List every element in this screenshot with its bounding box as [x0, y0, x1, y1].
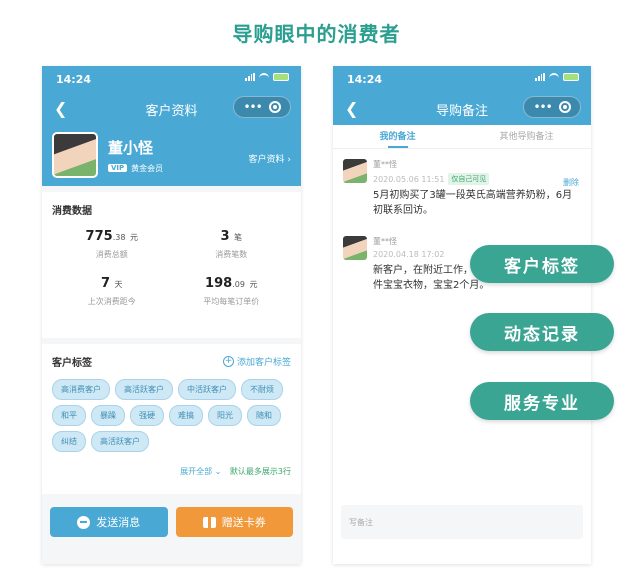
wifi-icon — [549, 73, 559, 81]
tag-list: 高消费客户 高活跃客户 中活跃客户 不耐烦 和平 暴躁 强硬 难搞 阳光 随和 纠结 高活跃客户 — [52, 379, 291, 452]
note-input[interactable]: 写备注 — [341, 505, 583, 539]
notes-tabs: 我的备注 其他导购备注 — [333, 125, 591, 149]
customer-tag[interactable]: 高活跃客户 — [115, 379, 173, 400]
status-icons — [535, 73, 579, 81]
profile-row: 董小怪 VIP 黄金会员 — [52, 132, 163, 178]
status-time: 14:24 — [56, 73, 92, 86]
close-target-icon[interactable] — [268, 101, 281, 113]
signal-icon — [535, 73, 545, 81]
battery-icon — [563, 73, 579, 81]
delete-note-link[interactable]: 删除 — [563, 177, 579, 188]
avatar — [343, 236, 367, 260]
customer-tag[interactable]: 强硬 — [130, 405, 164, 426]
customer-tag[interactable]: 高消费客户 — [52, 379, 110, 400]
plus-icon: + — [222, 356, 234, 367]
customer-tag[interactable]: 难搞 — [169, 405, 203, 426]
avatar — [52, 132, 98, 178]
stat-avg-order: 198.09 元 平均每笔订单价 — [203, 276, 260, 306]
send-message-button[interactable]: 发送消息 — [50, 507, 168, 537]
note-body: 5月初购买了3罐一段英氏高端营养奶粉，6月初联系回访。 — [373, 190, 573, 216]
gift-coupon-button[interactable]: 赠送卡券 — [175, 507, 293, 537]
customer-tags: 客户标签 + 添加客户标签 高消费客户 高活跃客户 中活跃客户 不耐烦 和平 暴躁 强硬 难搞… — [42, 344, 301, 494]
status-time: 14:24 — [347, 73, 383, 86]
consumption-stats: 消费数据 775.38 元 消费总额 3 笔 消费笔数 7 天 上次消费距今 1… — [42, 192, 301, 338]
chat-icon — [77, 515, 91, 529]
mini-program-capsule[interactable]: ••• — [233, 96, 291, 118]
customer-tag[interactable]: 阳光 — [208, 405, 242, 426]
note-date: 2020.05.06 11:51 — [373, 174, 445, 184]
gift-icon — [202, 516, 216, 528]
customer-info-link[interactable]: 客户资料 › — [249, 152, 291, 165]
more-icon[interactable]: ••• — [533, 100, 552, 114]
battery-icon — [273, 73, 289, 81]
customer-tag[interactable]: 暴躁 — [91, 405, 125, 426]
customer-tag[interactable]: 高活跃客户 — [91, 431, 149, 452]
customer-tag[interactable]: 中活跃客户 — [178, 379, 236, 400]
feature-pill-tags: 客户标签 — [470, 245, 614, 283]
stat-count: 3 笔 消费笔数 — [215, 229, 248, 259]
tag-limit-note: 默认最多展示3行 — [229, 467, 291, 476]
visibility-badge: 仅自己可见 — [448, 173, 490, 185]
tab-other-notes[interactable]: 其他导购备注 — [462, 129, 591, 148]
more-icon[interactable]: ••• — [243, 100, 262, 114]
stat-total: 775.38 元 消费总额 — [85, 229, 138, 259]
customer-tag[interactable]: 随和 — [247, 405, 281, 426]
feature-pill-records: 动态记录 — [470, 313, 614, 351]
feature-pill-service: 服务专业 — [470, 382, 614, 420]
vip-badge: VIP — [108, 164, 128, 172]
wifi-icon — [259, 73, 269, 81]
profile-header: 14:24 ❮ 客户资料 ••• 董小怪 VIP 黄金会员 客户资料 › — [42, 66, 301, 186]
note-item: 董**怪 2020.05.06 11:51 仅自己可见 删除 5月初购买了3罐一… — [333, 149, 591, 222]
member-level: 黄金会员 — [131, 163, 164, 173]
expand-all-link[interactable]: 展开全部 ⌄ — [180, 467, 221, 476]
tab-my-notes[interactable]: 我的备注 — [333, 129, 462, 148]
customer-tag[interactable]: 和平 — [52, 405, 86, 426]
note-author: 董**怪 — [373, 160, 397, 169]
customer-tag[interactable]: 纠结 — [52, 431, 86, 452]
customer-tag[interactable]: 不耐烦 — [241, 379, 283, 400]
add-tag-button[interactable]: + 添加客户标签 — [222, 355, 291, 368]
status-icons — [245, 73, 289, 81]
note-date: 2020.04.18 17:02 — [373, 250, 445, 259]
stat-last-days: 7 天 上次消费距今 — [87, 276, 136, 306]
close-target-icon[interactable] — [558, 101, 571, 113]
stats-title: 消费数据 — [52, 206, 92, 217]
notes-header: 14:24 ❮ 导购备注 ••• — [333, 66, 591, 125]
signal-icon — [245, 73, 255, 81]
mini-program-capsule[interactable]: ••• — [523, 96, 581, 118]
page-headline: 导购眼中的消费者 — [232, 22, 401, 46]
tags-title: 客户标签 — [52, 358, 92, 369]
avatar — [343, 159, 367, 183]
customer-profile-screen: 14:24 ❮ 客户资料 ••• 董小怪 VIP 黄金会员 客户资料 › 消费数… — [42, 66, 301, 564]
customer-name: 董小怪 — [108, 138, 154, 157]
